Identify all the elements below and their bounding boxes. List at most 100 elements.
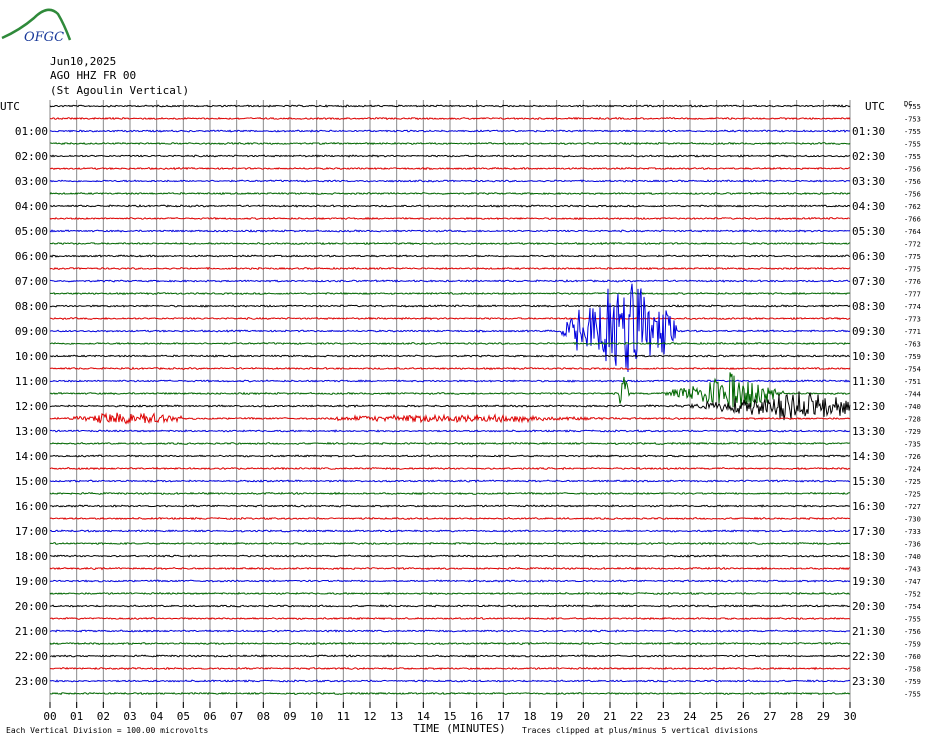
left-hour-label: 18:00	[15, 550, 48, 563]
dc-offset-label: -777	[904, 291, 921, 299]
right-hour-label: 09:30	[852, 325, 885, 338]
x-tick-label: 08	[257, 710, 270, 723]
left-hour-label: 10:00	[15, 350, 48, 363]
dc-offset-label: -766	[904, 216, 921, 224]
left-hour-label: 16:00	[15, 500, 48, 513]
right-hour-label: 15:30	[852, 475, 885, 488]
dc-offset-label: -764	[904, 228, 921, 236]
x-tick-label: 30	[843, 710, 856, 723]
x-tick-label: 10	[310, 710, 323, 723]
dc-offset-label: -725	[904, 478, 921, 486]
right-hour-label: 10:30	[852, 350, 885, 363]
right-hour-label: 11:30	[852, 375, 885, 388]
dc-offset-label: -759	[904, 641, 921, 649]
dc-offset-label: -728	[904, 416, 921, 424]
dc-offset-label: -759	[904, 353, 921, 361]
x-tick-label: 21	[603, 710, 616, 723]
dc-offset-label: -752	[904, 591, 921, 599]
dc-offset-label: -730	[904, 516, 921, 524]
x-tick-label: 23	[657, 710, 670, 723]
dc-offset-label: -756	[904, 166, 921, 174]
x-tick-label: 12	[363, 710, 376, 723]
right-axis-label: UTC	[865, 100, 885, 113]
dc-offset-label: -744	[904, 391, 921, 399]
left-hour-label: 04:00	[15, 200, 48, 213]
left-hour-label: 21:00	[15, 625, 48, 638]
grid-group	[49, 100, 851, 708]
left-hour-label: 02:00	[15, 150, 48, 163]
left-hour-label: 17:00	[15, 525, 48, 538]
x-tick-label: 20	[577, 710, 590, 723]
x-axis-label: TIME (MINUTES)	[413, 722, 506, 735]
x-tick-label: 07	[230, 710, 243, 723]
dc-offset-label: -753	[904, 116, 921, 124]
left-hour-label: 03:00	[15, 175, 48, 188]
x-tick-label: 25	[710, 710, 723, 723]
dc-offset-label: -751	[904, 378, 921, 386]
left-hour-label: 14:00	[15, 450, 48, 463]
x-tick-label: 09	[283, 710, 296, 723]
x-tick-label: 19	[550, 710, 563, 723]
left-hour-label: 09:00	[15, 325, 48, 338]
x-tick-label: 26	[737, 710, 750, 723]
dc-offset-label: -726	[904, 453, 921, 461]
dc-offset-label: -755	[904, 103, 921, 111]
x-tick-label: 11	[337, 710, 350, 723]
right-hour-label: 12:30	[852, 400, 885, 413]
left-hour-label: 05:00	[15, 225, 48, 238]
left-hour-label: 01:00	[15, 125, 48, 138]
left-hour-label: 11:00	[15, 375, 48, 388]
dc-offset-label: -755	[904, 691, 921, 699]
x-tick-label: 05	[177, 710, 190, 723]
x-tick-label: 13	[390, 710, 403, 723]
helicorder-plot: UTC UTC DC01:00 01:3002:00 02:3003:00 03:3004…	[0, 100, 921, 723]
x-tick-label: 00	[43, 710, 56, 723]
right-hour-label: 16:30	[852, 500, 885, 513]
dc-offset-label: -771	[904, 328, 921, 336]
dc-offset-label: -736	[904, 541, 921, 549]
dc-offset-label: -755	[904, 153, 921, 161]
right-hour-label: 03:30	[852, 175, 885, 188]
right-hour-label: 23:30	[852, 675, 885, 688]
left-hour-label: 20:00	[15, 600, 48, 613]
right-hour-label: 06:30	[852, 250, 885, 263]
left-hour-label: 12:00	[15, 400, 48, 413]
dc-offset-label: -760	[904, 653, 921, 661]
right-hour-label: 02:30	[852, 150, 885, 163]
dc-offset-label: -727	[904, 503, 921, 511]
left-hour-label: 22:00	[15, 650, 48, 663]
x-tick-label: 01	[70, 710, 83, 723]
left-hour-label: 23:00	[15, 675, 48, 688]
vertical-division-note: Each Vertical Division = 100.00 microvol…	[6, 726, 209, 735]
dc-offset-label: -747	[904, 578, 921, 586]
right-hour-label: 13:30	[852, 425, 885, 438]
dc-offset-label: -772	[904, 241, 921, 249]
x-tick-label: 27	[763, 710, 776, 723]
dc-offset-label: -756	[904, 628, 921, 636]
x-tick-label: 06	[203, 710, 216, 723]
dc-offset-label: -754	[904, 366, 921, 374]
right-hour-label: 17:30	[852, 525, 885, 538]
dc-offset-label: -773	[904, 316, 921, 324]
left-hour-label: 06:00	[15, 250, 48, 263]
right-hour-label: 07:30	[852, 275, 885, 288]
dc-offset-label: -735	[904, 441, 921, 449]
left-hour-label: 13:00	[15, 425, 48, 438]
left-hour-label: 07:00	[15, 275, 48, 288]
dc-offset-label: -763	[904, 341, 921, 349]
dc-offset-label: -775	[904, 266, 921, 274]
dc-offset-label: -733	[904, 528, 921, 536]
right-hour-label: 05:30	[852, 225, 885, 238]
x-tick-label: 18	[523, 710, 536, 723]
x-tick-label: 24	[683, 710, 697, 723]
x-tick-label: 04	[150, 710, 164, 723]
x-tick-label: 02	[97, 710, 110, 723]
right-hour-label: 20:30	[852, 600, 885, 613]
dc-offset-label: -755	[904, 128, 921, 136]
dc-offset-label: -755	[904, 141, 921, 149]
left-axis-label: UTC	[0, 100, 20, 113]
left-hour-label: 15:00	[15, 475, 48, 488]
dc-offset-label: -756	[904, 178, 921, 186]
dc-offset-label: -740	[904, 553, 921, 561]
x-tick-label: 28	[790, 710, 803, 723]
